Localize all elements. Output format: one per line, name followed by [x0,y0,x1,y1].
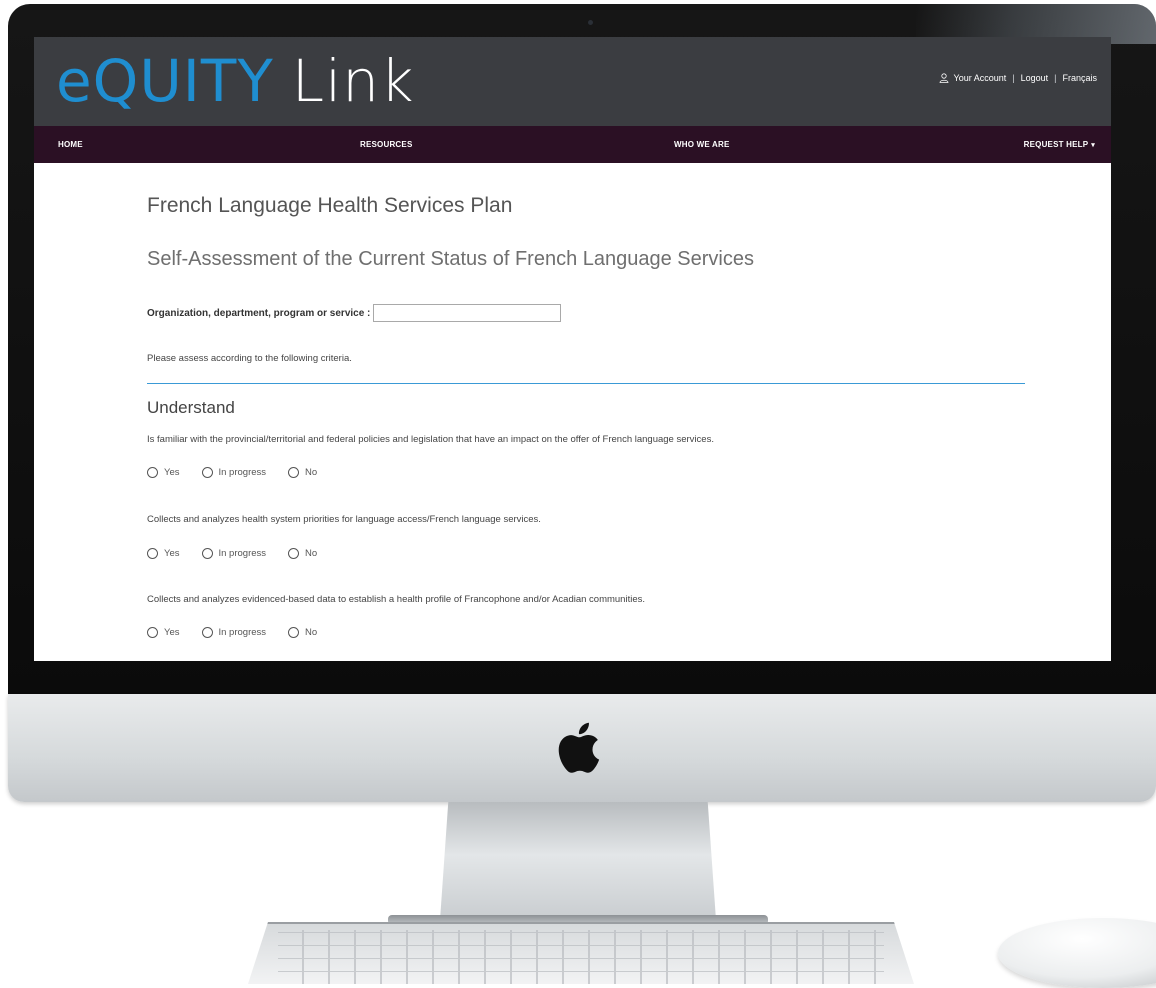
nav-item-who-we-are[interactable]: WHO WE ARE [674,126,729,163]
option-in-progress[interactable]: In progress [201,548,267,559]
logo-link-text: Link [291,47,415,115]
radio-button[interactable] [147,627,158,638]
apple-logo-icon [558,722,600,773]
logo-equity-text: eQUITY [56,47,274,115]
option-yes[interactable]: Yes [147,548,180,559]
screen: eQUITY Link Your Account | Logout | Franç… [34,37,1111,661]
nav-item-request-help-label: REQUEST HELP [1023,140,1089,149]
option-in-progress[interactable]: In progress [201,467,267,478]
account-links: Your Account | Logout | Français [939,73,1097,83]
section-divider [147,383,1025,384]
option-no[interactable]: No [288,467,317,478]
option-no[interactable]: No [288,548,317,559]
site-logo[interactable]: eQUITY Link [56,39,415,123]
radio-button[interactable] [201,548,213,559]
option-label: Yes [164,627,180,638]
question-text: Collects and analyzes health system prio… [147,514,541,525]
radio-button[interactable] [201,467,213,478]
monitor-chin [8,694,1156,802]
answer-options: Yes In progress No [147,548,339,559]
option-no[interactable]: No [288,627,317,638]
camera-dot [588,20,593,25]
radio-button[interactable] [147,548,158,559]
nav-item-request-help[interactable]: REQUEST HELP ▾ [1024,126,1095,164]
language-toggle-link[interactable]: Français [1062,73,1097,83]
radio-button[interactable] [147,467,158,478]
org-field-input[interactable] [373,304,562,322]
main-nav: HOME RESOURCES WHO WE ARE REQUEST HELP ▾ [34,126,1111,163]
user-icon [939,73,948,83]
page-title: French Language Health Services Plan [147,194,513,217]
keyboard [248,922,914,984]
separator: | [1012,73,1015,83]
answer-options: Yes In progress No [147,627,339,638]
nav-item-resources[interactable]: RESOURCES [360,126,412,163]
radio-button[interactable] [288,548,300,559]
question-text: Collects and analyzes evidenced-based da… [147,594,646,605]
logout-link[interactable]: Logout [1021,73,1049,83]
option-label: No [305,467,318,478]
page-subtitle: Self-Assessment of the Current Status of… [147,248,754,270]
section-heading: Understand [147,398,235,417]
option-label: In progress [218,467,267,478]
caret-down-icon: ▾ [1091,142,1095,149]
question-text: Is familiar with the provincial/territor… [147,434,714,445]
option-label: In progress [218,627,267,638]
radio-button[interactable] [288,627,300,638]
separator: | [1054,73,1057,83]
answer-options: Yes In progress No [147,467,339,478]
keyboard-keys [278,930,884,984]
monitor-stand [440,802,716,920]
mouse [998,918,1156,988]
option-label: In progress [218,548,267,559]
option-label: No [305,627,318,638]
org-field-label: Organization, department, program or ser… [147,307,371,319]
your-account-link[interactable]: Your Account [954,73,1007,83]
option-label: No [305,548,318,559]
option-yes[interactable]: Yes [147,627,180,638]
option-label: Yes [164,467,180,478]
radio-button[interactable] [288,467,300,478]
nav-item-home[interactable]: HOME [58,126,83,163]
radio-button[interactable] [201,627,213,638]
option-label: Yes [164,548,180,559]
site-header: eQUITY Link Your Account | Logout | Franç… [34,37,1111,126]
option-yes[interactable]: Yes [147,467,180,478]
instructions-text: Please assess according to the following… [147,353,352,364]
option-in-progress[interactable]: In progress [201,627,267,638]
org-field-row: Organization, department, program or ser… [147,304,562,322]
